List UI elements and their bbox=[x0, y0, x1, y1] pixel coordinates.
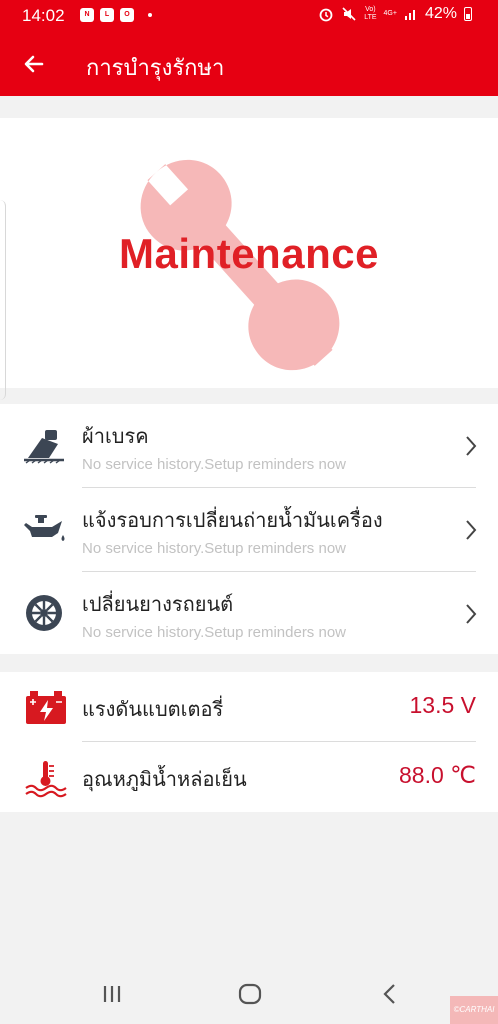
brake-pedal-icon bbox=[24, 430, 64, 464]
status-bar: 14:02 N L O Vo) LTE 4G+ 42% bbox=[0, 0, 498, 32]
app-bar: การบำรุงรักษา bbox=[0, 32, 498, 96]
battery-percent: 42% bbox=[424, 5, 457, 22]
home-icon[interactable] bbox=[236, 982, 264, 1006]
volte-indicator: Vo) LTE bbox=[364, 6, 377, 21]
list-item-subtitle: No service history.Setup reminders now bbox=[82, 540, 346, 557]
reading-label: อุณหภูมิน้ำหล่อเย็น bbox=[82, 767, 247, 791]
recent-apps-icon[interactable] bbox=[98, 982, 126, 1006]
list-item-subtitle: No service history.Setup reminders now bbox=[82, 456, 346, 473]
list-item-label: เปลี่ยนยางรถยนต์ bbox=[82, 592, 234, 616]
oil-can-icon bbox=[24, 515, 65, 541]
battery-status-icon bbox=[464, 7, 472, 21]
chevron-right-icon bbox=[466, 436, 477, 456]
coolant-temperature-icon bbox=[25, 761, 67, 798]
battery-voltage-row: แรงดันแบตเตอรี่ 13.5 V bbox=[0, 672, 498, 742]
reading-value: 13.5 V bbox=[409, 692, 477, 718]
line-app-icon: L bbox=[100, 8, 114, 22]
network-type-indicator: 4G+ bbox=[383, 10, 397, 17]
status-indicators: Vo) LTE 4G+ 42% bbox=[318, 5, 472, 23]
list-item-label: แจ้งรอบการเปลี่ยนถ่ายน้ำมันเครื่อง bbox=[82, 508, 383, 532]
alarm-icon bbox=[319, 8, 333, 22]
list-item-oil-change[interactable]: แจ้งรอบการเปลี่ยนถ่ายน้ำมันเครื่อง No se… bbox=[0, 488, 498, 572]
reading-value: 88.0 ℃ bbox=[399, 762, 476, 788]
chevron-right-icon bbox=[466, 520, 477, 540]
coolant-temperature-row: อุณหภูมิน้ำหล่อเย็น 88.0 ℃ bbox=[0, 742, 498, 812]
outlook-app-icon: O bbox=[120, 8, 134, 22]
back-nav-icon[interactable] bbox=[376, 982, 404, 1006]
reading-label: แรงดันแบตเตอรี่ bbox=[82, 697, 224, 721]
banner-title: Maintenance bbox=[119, 230, 379, 277]
back-arrow-icon[interactable] bbox=[18, 48, 50, 80]
list-item-label: ผ้าเบรค bbox=[82, 424, 149, 448]
status-time: 14:02 bbox=[22, 6, 65, 25]
list-item-brake-pads[interactable]: ผ้าเบรค No service history.Setup reminde… bbox=[0, 404, 498, 488]
vehicle-readings: แรงดันแบตเตอรี่ 13.5 V อุณหภูมิน้ำหล่อเย… bbox=[0, 672, 498, 812]
notification-icons: N L O bbox=[80, 8, 152, 22]
watermark-logo: ©CARTHAI bbox=[450, 996, 498, 1024]
maintenance-list: ผ้าเบรค No service history.Setup reminde… bbox=[0, 404, 498, 654]
signal-icon bbox=[404, 10, 415, 20]
maintenance-banner: Maintenance bbox=[0, 118, 498, 400]
news-app-icon: N bbox=[80, 8, 94, 22]
mute-icon bbox=[342, 7, 356, 21]
tire-icon bbox=[26, 595, 62, 631]
more-notifications-icon bbox=[148, 13, 152, 17]
list-item-tire-change[interactable]: เปลี่ยนยางรถยนต์ No service history.Setu… bbox=[0, 572, 498, 656]
page-title: การบำรุงรักษา bbox=[86, 56, 225, 81]
system-nav-bar: ©CARTHAI bbox=[0, 964, 498, 1024]
chevron-right-icon bbox=[466, 604, 477, 624]
battery-icon bbox=[26, 691, 66, 724]
list-item-subtitle: No service history.Setup reminders now bbox=[82, 624, 346, 641]
